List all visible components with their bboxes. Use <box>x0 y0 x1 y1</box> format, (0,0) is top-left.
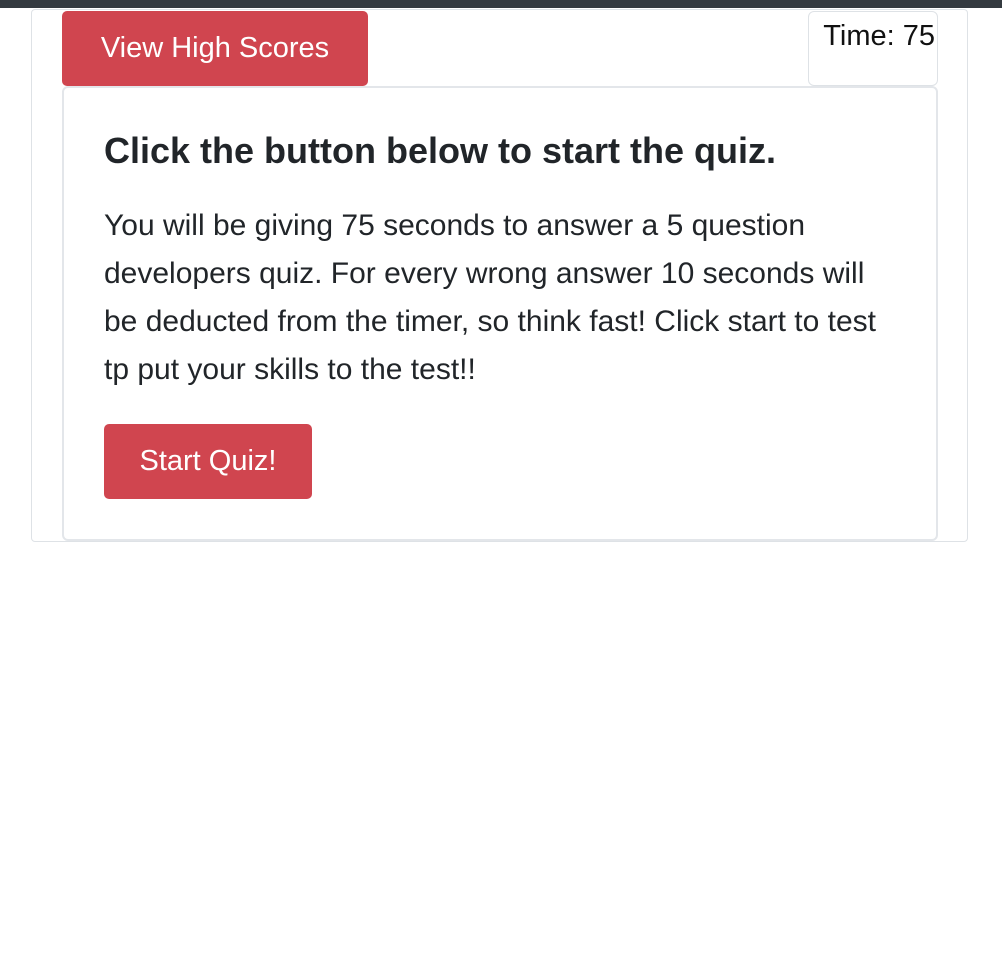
view-high-scores-button[interactable]: View High Scores <box>62 11 368 86</box>
intro-description: You will be giving 75 seconds to answer … <box>104 209 877 386</box>
timer-display: Time: 75 <box>808 11 938 86</box>
intro-title: Click the button below to start the quiz… <box>104 130 776 171</box>
start-quiz-button[interactable]: Start Quiz! <box>104 424 312 499</box>
top-bar <box>0 0 1002 8</box>
